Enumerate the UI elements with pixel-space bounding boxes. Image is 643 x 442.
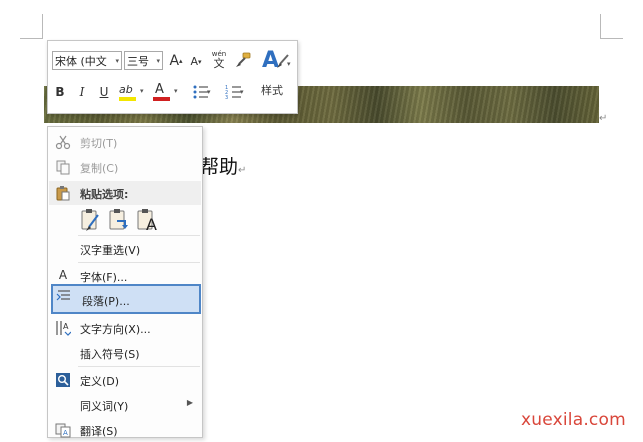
italic-button[interactable]: I: [75, 83, 89, 101]
font-name-value: 宋体 (中文: [55, 55, 107, 68]
paragraph-icon: [56, 290, 70, 301]
styles-label: 样式: [261, 84, 283, 97]
underline-icon: U: [99, 85, 109, 99]
chevron-down-icon: ▾: [207, 88, 211, 96]
svg-text:A: A: [262, 48, 279, 72]
document-text[interactable]: 帮助↵: [200, 152, 246, 179]
menu-item-insert-symbol[interactable]: 插入符号(S): [49, 341, 201, 365]
phonetic-guide-button[interactable]: wén 文: [208, 49, 230, 69]
paste-keep-formatting-icon: [81, 209, 99, 231]
menu-item-label: 字体(F)...: [80, 271, 128, 284]
styles-icon: A ▾: [262, 48, 291, 73]
highlight-button[interactable]: ab ▾: [118, 81, 148, 103]
mini-toolbar: 宋体 (中文 ▾ 三号 ▾ A▴ A▾ wén 文 A ▾ 样式 B I U a…: [47, 40, 298, 114]
chevron-down-icon: ▾: [240, 88, 244, 96]
font-color-button[interactable]: A ▾: [152, 81, 182, 103]
document-text-content: 帮助: [200, 156, 239, 178]
menu-item-label: 复制(C): [80, 162, 119, 175]
search-icon: [56, 373, 70, 387]
paragraph-mark-2: ↵: [238, 165, 247, 176]
context-menu: 剪切(T) 复制(C) 粘贴选项: A 汉字重选(V) A 字体(F)... 段…: [47, 126, 203, 438]
menu-item-label: 剪切(T): [80, 137, 118, 150]
menu-item-label: 插入符号(S): [80, 348, 140, 361]
font-color-bar: [153, 97, 170, 101]
menu-item-translate[interactable]: A 翻译(S): [49, 418, 201, 442]
format-painter-icon: [236, 52, 251, 67]
shrink-font-icon: A: [190, 55, 198, 68]
scissors-icon: [55, 135, 71, 150]
chevron-down-icon: ▾: [156, 57, 160, 65]
menu-item-define[interactable]: 定义(D): [49, 368, 201, 392]
site-watermark: xuexila.com: [521, 410, 626, 430]
menu-item-label: 定义(D): [80, 375, 120, 388]
bullets-button[interactable]: ▾: [187, 83, 215, 103]
menu-item-copy[interactable]: 复制(C): [49, 155, 201, 179]
menu-item-synonyms[interactable]: 同义词(Y) ▶: [49, 393, 201, 417]
paste-options-header: 粘贴选项:: [49, 181, 201, 205]
menu-separator: [78, 262, 200, 263]
svg-text:A: A: [63, 429, 68, 437]
svg-text:A: A: [63, 322, 69, 331]
paste-merge-formatting-button[interactable]: [108, 207, 130, 233]
grow-font-icon: A: [169, 53, 180, 69]
translate-icon: A: [55, 423, 71, 438]
paste-text-only-letter: A: [146, 215, 157, 234]
bold-icon: B: [55, 85, 65, 99]
underline-button[interactable]: U: [97, 83, 111, 101]
crop-mark-top-left: [20, 14, 43, 39]
submenu-arrow-icon: ▶: [186, 398, 193, 407]
copy-icon: [56, 160, 70, 175]
menu-item-label: 文字方向(X)...: [80, 323, 151, 336]
menu-item-reconversion[interactable]: 汉字重选(V): [49, 237, 201, 261]
paste-merge-formatting-icon: [109, 209, 128, 230]
menu-separator: [78, 366, 200, 367]
menu-item-cut[interactable]: 剪切(T): [49, 130, 201, 154]
highlight-color-bar: [119, 97, 136, 101]
phonetic-char: 文: [213, 57, 225, 70]
italic-icon: I: [79, 85, 85, 99]
paste-keep-formatting-button[interactable]: [80, 207, 102, 233]
menu-item-text-direction[interactable]: A 文字方向(X)...: [49, 316, 201, 340]
menu-separator: [78, 235, 200, 236]
chevron-down-icon: ▾: [140, 87, 144, 95]
paste-options-label: 粘贴选项:: [80, 188, 129, 201]
bold-button[interactable]: B: [53, 83, 67, 101]
font-name-combobox[interactable]: 宋体 (中文 ▾: [52, 51, 122, 70]
menu-item-label: 翻译(S): [80, 425, 118, 438]
clipboard-icon: [56, 186, 70, 201]
styles-button[interactable]: A ▾: [260, 46, 292, 76]
menu-item-paragraph[interactable]: 段落(P)...: [51, 284, 201, 314]
svg-text:3: 3: [225, 95, 228, 101]
shrink-font-button[interactable]: A▾: [188, 53, 204, 71]
menu-item-label: 段落(P)...: [82, 295, 130, 308]
paragraph-mark: ↵: [599, 113, 608, 124]
crop-mark-top-right: [600, 14, 623, 39]
grow-font-button[interactable]: A▴: [168, 52, 184, 70]
svg-text:▾: ▾: [287, 60, 291, 68]
chevron-down-icon: ▾: [115, 57, 119, 65]
font-icon: A: [58, 268, 68, 282]
chevron-down-icon: ▾: [174, 87, 178, 95]
format-painter-button[interactable]: [234, 51, 252, 74]
font-size-combobox[interactable]: 三号 ▾: [124, 51, 163, 70]
numbering-button[interactable]: 1 2 3 ▾: [220, 83, 248, 103]
font-size-value: 三号: [127, 55, 149, 68]
text-direction-icon: A: [56, 321, 71, 336]
paste-text-only-button[interactable]: A: [136, 207, 158, 234]
menu-item-label: 汉字重选(V): [80, 244, 141, 257]
menu-item-label: 同义词(Y): [80, 400, 129, 413]
